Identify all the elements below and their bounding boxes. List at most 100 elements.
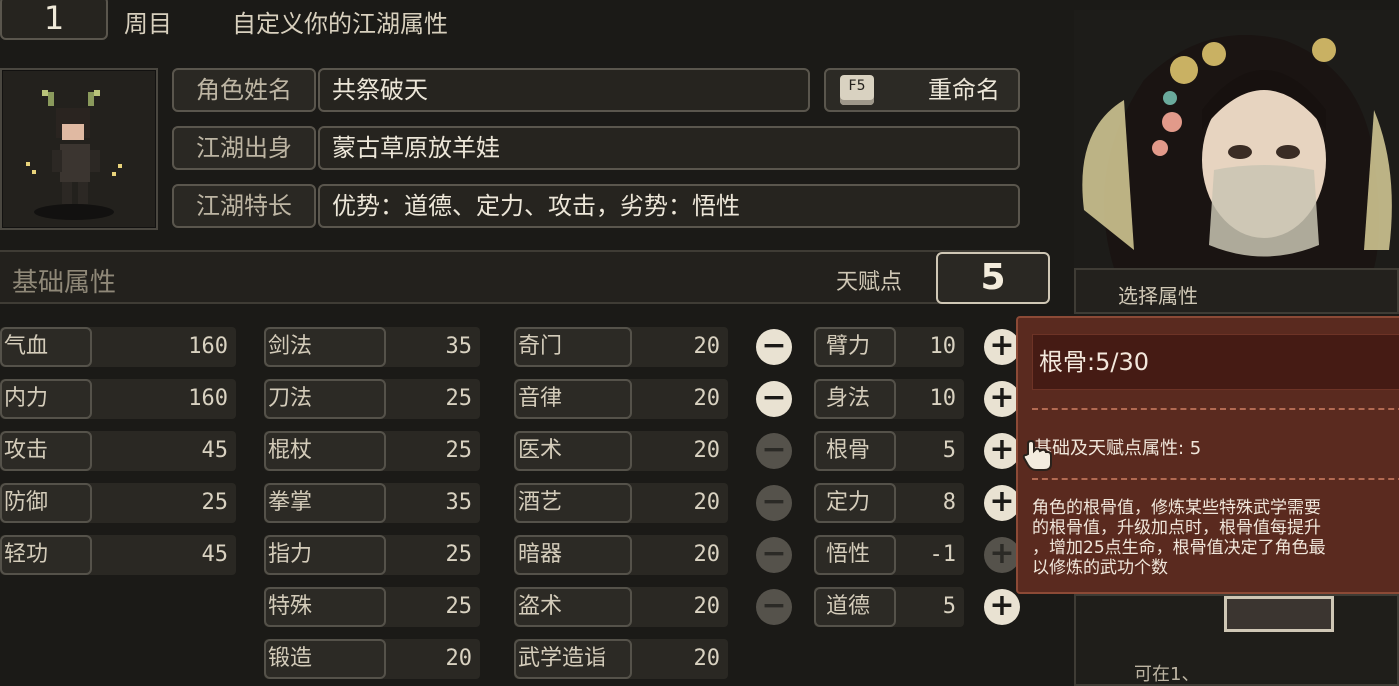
attribute-value: 20 xyxy=(693,594,721,619)
attribute-value: 20 xyxy=(693,438,721,463)
increase-button[interactable]: + xyxy=(984,589,1020,625)
attribute-value: 20 xyxy=(693,646,721,671)
attribute-row: 奇门 20 xyxy=(514,327,728,367)
tooltip-divider-2 xyxy=(1032,478,1399,480)
attribute-row: 音律 20 xyxy=(514,379,728,419)
attribute-value: 160 xyxy=(188,334,228,359)
attribute-name: 暗器 xyxy=(514,535,632,575)
attribute-name: 防御 xyxy=(0,483,92,523)
base-attributes-title: 基础属性 xyxy=(12,268,117,298)
attribute-row: 防御 25 xyxy=(0,483,236,523)
tooltip-desc-line: 的根骨值，升级加点时，根骨值每提升 xyxy=(1032,518,1321,538)
attribute-row: 内力 160 xyxy=(0,379,236,419)
round-label: 周目 xyxy=(124,10,172,38)
hand-cursor-icon xyxy=(1022,440,1052,471)
attribute-row: 酒艺 20 xyxy=(514,483,728,523)
attribute-name: 内力 xyxy=(0,379,92,419)
attribute-row: 刀法 25 xyxy=(264,379,480,419)
talent-name: 臂力 xyxy=(814,327,896,367)
talent-points-value: 5 xyxy=(980,257,1006,298)
talent-row: 身法 10 xyxy=(814,379,964,419)
attribute-name: 医术 xyxy=(514,431,632,471)
rename-button[interactable]: F5 重命名 xyxy=(824,68,1020,112)
attribute-name: 剑法 xyxy=(264,327,386,367)
attribute-value: 25 xyxy=(445,594,473,619)
right-lower-panel: 可在1、 xyxy=(1074,594,1399,686)
decrease-button[interactable]: − xyxy=(756,381,792,417)
f5-key-icon: F5 xyxy=(840,75,874,105)
attribute-row: 锻造 20 xyxy=(264,639,480,679)
attribute-value: 25 xyxy=(201,490,229,515)
increase-button[interactable]: + xyxy=(984,329,1020,365)
talent-row: 定力 8 xyxy=(814,483,964,523)
attribute-name: 酒艺 xyxy=(514,483,632,523)
base-attributes-header: 基础属性 天赋点 xyxy=(0,250,1040,304)
talent-value: 10 xyxy=(929,334,957,359)
attribute-row: 气血 160 xyxy=(0,327,236,367)
increase-button[interactable]: + xyxy=(984,485,1020,521)
attribute-row: 暗器 20 xyxy=(514,535,728,575)
tooltip-divider-1 xyxy=(1032,408,1399,410)
talent-value: 10 xyxy=(929,386,957,411)
attribute-row: 轻功 45 xyxy=(0,535,236,575)
talent-value: 5 xyxy=(942,594,956,619)
origin-value: 蒙古草原放羊娃 xyxy=(332,134,500,162)
increase-button[interactable]: + xyxy=(984,381,1020,417)
attribute-name: 拳掌 xyxy=(264,483,386,523)
origin-label: 江湖出身 xyxy=(172,126,316,170)
right-lower-text: 可在1、 xyxy=(1134,664,1200,685)
attribute-name: 棍杖 xyxy=(264,431,386,471)
attribute-value: 20 xyxy=(445,646,473,671)
talent-row: 道德 5 xyxy=(814,587,964,627)
rename-label: 重命名 xyxy=(928,76,1000,104)
attribute-row: 武学造诣 20 xyxy=(514,639,728,679)
decrease-button[interactable]: − xyxy=(756,485,792,521)
tooltip-desc-line: ，增加25点生命，根骨值决定了角色最 xyxy=(1032,538,1326,558)
attribute-row: 攻击 45 xyxy=(0,431,236,471)
attribute-value: 20 xyxy=(693,334,721,359)
tooltip-title: 根骨:5/30 xyxy=(1032,334,1399,390)
decrease-button[interactable]: − xyxy=(756,329,792,365)
talent-value: -1 xyxy=(929,542,957,567)
attribute-value: 20 xyxy=(693,542,721,567)
name-label: 角色姓名 xyxy=(172,68,316,112)
attribute-row: 盗术 20 xyxy=(514,587,728,627)
talent-value: 5 xyxy=(942,438,956,463)
attribute-row: 医术 20 xyxy=(514,431,728,471)
tooltip-description: 角色的根骨值，修炼某些特殊武学需要 的根骨值，升级加点时，根骨值每提升 ，增加2… xyxy=(1032,498,1399,578)
page-subtitle: 自定义你的江湖属性 xyxy=(232,10,448,38)
attribute-name: 轻功 xyxy=(0,535,92,575)
talent-name: 身法 xyxy=(814,379,896,419)
attribute-name: 指力 xyxy=(264,535,386,575)
name-field[interactable]: 共祭破天 xyxy=(318,68,810,112)
decrease-button[interactable]: − xyxy=(756,537,792,573)
decrease-button[interactable]: − xyxy=(756,589,792,625)
talent-row: 臂力 10 xyxy=(814,327,964,367)
attribute-value: 45 xyxy=(201,438,229,463)
decrease-button[interactable]: − xyxy=(756,433,792,469)
increase-button[interactable]: + xyxy=(984,537,1020,573)
attribute-name: 盗术 xyxy=(514,587,632,627)
attribute-value: 20 xyxy=(693,386,721,411)
increase-button[interactable]: + xyxy=(984,433,1020,469)
attribute-name: 音律 xyxy=(514,379,632,419)
attribute-value: 25 xyxy=(445,386,473,411)
talent-name: 道德 xyxy=(814,587,896,627)
character-avatar-frame xyxy=(0,68,158,230)
name-value: 共祭破天 xyxy=(332,76,428,104)
attribute-name: 气血 xyxy=(0,327,92,367)
talent-row: 根骨 5 xyxy=(814,431,964,471)
attribute-value: 35 xyxy=(445,334,473,359)
attribute-tooltip: 根骨:5/30 基础及天赋点属性: 5 角色的根骨值，修炼某些特殊武学需要 的根… xyxy=(1016,316,1399,594)
talent-name: 悟性 xyxy=(814,535,896,575)
talent-value: 8 xyxy=(942,490,956,515)
select-attribute-label: 选择属性 xyxy=(1118,284,1198,308)
tooltip-desc-line: 角色的根骨值，修炼某些特殊武学需要 xyxy=(1032,498,1321,518)
attribute-value: 20 xyxy=(693,490,721,515)
attribute-value: 160 xyxy=(188,386,228,411)
trait-field: 优势：道德、定力、攻击，劣势：悟性 xyxy=(318,184,1020,228)
portrait-panel xyxy=(1074,10,1399,268)
attribute-value: 25 xyxy=(445,438,473,463)
attribute-name: 武学造诣 xyxy=(514,639,632,679)
attribute-row: 指力 25 xyxy=(264,535,480,575)
